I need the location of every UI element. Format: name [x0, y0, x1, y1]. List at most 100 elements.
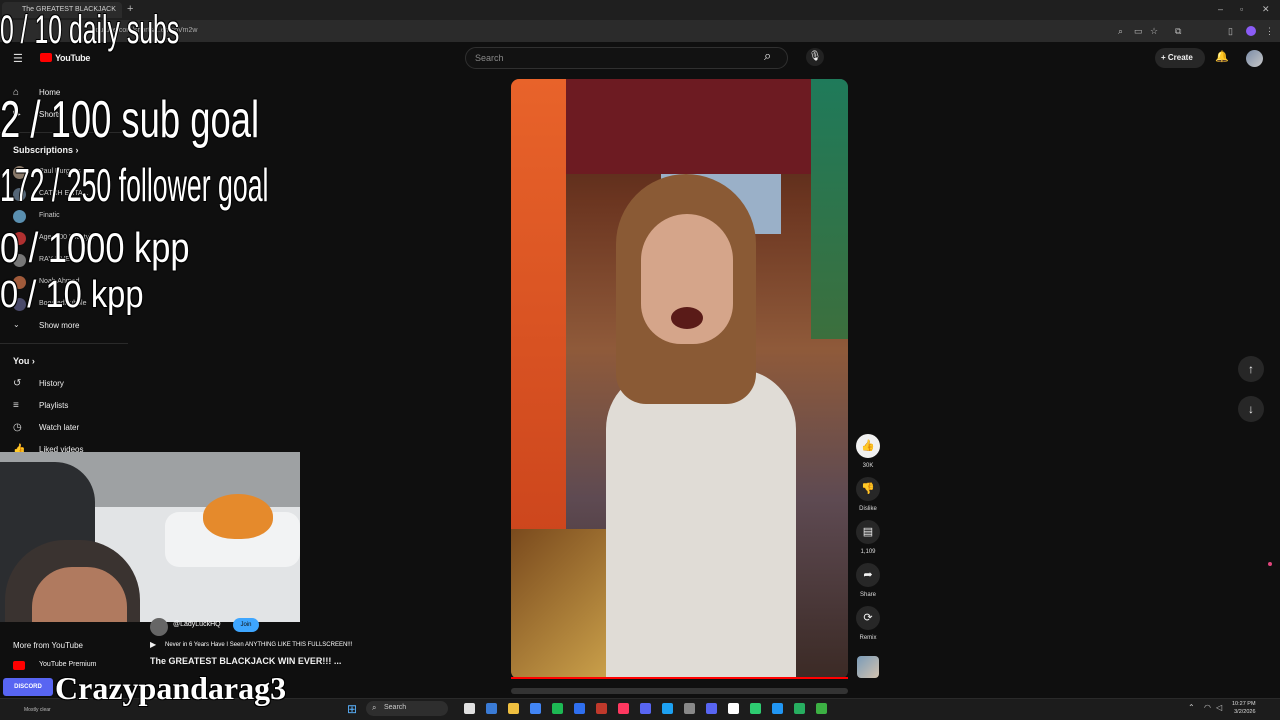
- remix-icon: ⟳: [863, 612, 873, 624]
- kpp-1000-counter: 0 / 1000 kpp: [0, 224, 190, 271]
- show-more-button[interactable]: Show more: [39, 321, 79, 330]
- taskbar-app-icon[interactable]: [728, 703, 739, 714]
- taskbar-search[interactable]: Search: [366, 701, 448, 716]
- tray-arrow-icon[interactable]: ⌃: [1188, 703, 1195, 712]
- video-person-mouth: [671, 307, 703, 329]
- video-title[interactable]: The GREATEST BLACKJACK WIN EVER!!! ...: [150, 656, 341, 666]
- video-description[interactable]: Never in 6 Years Have I Seen ANYTHING LI…: [165, 642, 352, 648]
- join-button[interactable]: Join: [233, 618, 259, 632]
- more-from-youtube-header: More from YouTube: [13, 641, 83, 650]
- video-right-wall: [811, 79, 848, 339]
- remix-label: Remix: [859, 635, 877, 641]
- previous-short-button[interactable]: ↑: [1238, 356, 1264, 382]
- taskbar-app-icon[interactable]: [640, 703, 651, 714]
- play-icon: ▶: [150, 640, 157, 649]
- shorts-video-player[interactable]: [511, 79, 848, 679]
- share-label: Share: [859, 592, 876, 598]
- taskbar-app-icon[interactable]: [684, 703, 695, 714]
- watch-later-icon: ◷: [13, 422, 22, 433]
- taskbar-app-icon[interactable]: [464, 703, 475, 714]
- search-input[interactable]: Search: [465, 47, 788, 69]
- comments-button[interactable]: ▤: [856, 520, 880, 544]
- discord-badge: DISCORD: [3, 678, 53, 696]
- video-person-body: [606, 369, 796, 679]
- cursor-dot: [1268, 562, 1272, 566]
- dislike-button[interactable]: 👎: [856, 477, 880, 501]
- minimize-button[interactable]: –: [1218, 4, 1223, 14]
- video-ceiling: [566, 79, 811, 174]
- notifications-bell-icon[interactable]: 🔔: [1215, 50, 1229, 63]
- taskbar-app-icon[interactable]: [596, 703, 607, 714]
- sidebar-channel[interactable]: Finatic: [39, 212, 60, 219]
- sidebar-item-watch-later[interactable]: Watch later: [39, 423, 79, 432]
- taskbar-app-icon[interactable]: [794, 703, 805, 714]
- next-short-button[interactable]: ↓: [1238, 396, 1264, 422]
- dislike-label: Dislike: [859, 506, 877, 512]
- share-icon: ➦: [863, 569, 873, 581]
- daily-subs-counter: 0 / 10 daily subs: [0, 8, 180, 52]
- taskbar-app-icon[interactable]: [508, 703, 519, 714]
- clock-time: 10:27 PM: [1232, 701, 1256, 707]
- taskbar-search-icon: ⌕: [372, 703, 377, 712]
- taskbar-app-icon[interactable]: [706, 703, 717, 714]
- streamer-username: Crazypandarag3: [55, 670, 287, 706]
- hamburger-menu-icon[interactable]: ☰: [13, 52, 23, 65]
- clock-date: 3/2/2026: [1234, 709, 1256, 715]
- taskbar-app-icon[interactable]: [750, 703, 761, 714]
- channel-handle[interactable]: @LadyLuckHQ: [173, 621, 221, 628]
- close-window-button[interactable]: ✕: [1262, 4, 1270, 15]
- maximize-button[interactable]: ▫: [1240, 4, 1243, 14]
- taskbar-app-icon[interactable]: [618, 703, 629, 714]
- youtube-premium-icon: [13, 661, 25, 670]
- taskbar-app-icon[interactable]: [772, 703, 783, 714]
- video-progress-bar[interactable]: [511, 677, 848, 679]
- windows-start-icon[interactable]: ⊞: [347, 702, 357, 716]
- taskbar-app-icon[interactable]: [816, 703, 827, 714]
- account-avatar[interactable]: [1246, 50, 1263, 67]
- search-icon[interactable]: ⌕: [764, 48, 771, 64]
- profile-avatar-icon[interactable]: [1246, 26, 1256, 36]
- taskbar-app-icon[interactable]: [552, 703, 563, 714]
- like-button[interactable]: 👍: [856, 434, 880, 458]
- weather-widget[interactable]: Mostly clear: [24, 707, 51, 713]
- youtube-logo-icon[interactable]: [40, 53, 52, 62]
- webcam-feed: [0, 452, 300, 622]
- webcam-plush-toy: [203, 494, 273, 539]
- wifi-icon[interactable]: ◠: [1204, 703, 1211, 712]
- taskbar-app-icon[interactable]: [662, 703, 673, 714]
- taskbar-app-icon[interactable]: [486, 703, 497, 714]
- sidebar-item-youtube-premium[interactable]: YouTube Premium: [39, 661, 96, 668]
- sub-goal-counter: 2 / 100 sub goal: [0, 91, 260, 149]
- taskbar-clock[interactable]: 10:27 PM 3/2/2026: [1232, 700, 1256, 716]
- microphone-icon[interactable]: 🎙: [806, 48, 824, 66]
- zoom-icon[interactable]: ⌕: [1118, 26, 1123, 37]
- like-count: 30K: [862, 463, 874, 469]
- channel-avatar[interactable]: [150, 618, 168, 636]
- thumbs-up-icon: 👍: [861, 440, 875, 452]
- taskbar-app-icon[interactable]: [574, 703, 585, 714]
- next-short-preview[interactable]: [511, 688, 848, 694]
- sound-thumbnail[interactable]: [857, 656, 879, 678]
- cast-icon[interactable]: ▭: [1134, 26, 1143, 37]
- taskbar-app-icon[interactable]: [530, 703, 541, 714]
- sidebar-item-playlists[interactable]: Playlists: [39, 401, 68, 410]
- sidebar-item-history[interactable]: History: [39, 379, 64, 388]
- youtube-logo-text[interactable]: YouTube: [55, 53, 90, 63]
- follower-goal-counter: 172 / 250 follower goal: [0, 159, 269, 211]
- video-left-wall: [511, 79, 566, 599]
- history-icon: ↺: [13, 378, 22, 389]
- remix-button[interactable]: ⟳: [856, 606, 880, 630]
- sidebar-icon[interactable]: ▯: [1228, 26, 1233, 37]
- share-button[interactable]: ➦: [856, 563, 880, 587]
- browser-tab-bar: [0, 0, 1280, 20]
- chevron-down-icon: ⌄: [13, 320, 20, 329]
- volume-icon[interactable]: ◁: [1216, 703, 1222, 712]
- kpp-10-counter: 0 / 10 kpp: [0, 274, 144, 316]
- comment-icon: ▤: [862, 526, 874, 538]
- create-button[interactable]: + Create: [1155, 48, 1205, 68]
- bookmark-star-icon[interactable]: ☆: [1150, 26, 1158, 37]
- sidebar-divider: [0, 343, 128, 344]
- extensions-icon[interactable]: ⧉: [1175, 26, 1181, 37]
- you-header[interactable]: You ›: [13, 356, 35, 366]
- browser-menu-icon[interactable]: ⋮: [1265, 26, 1274, 37]
